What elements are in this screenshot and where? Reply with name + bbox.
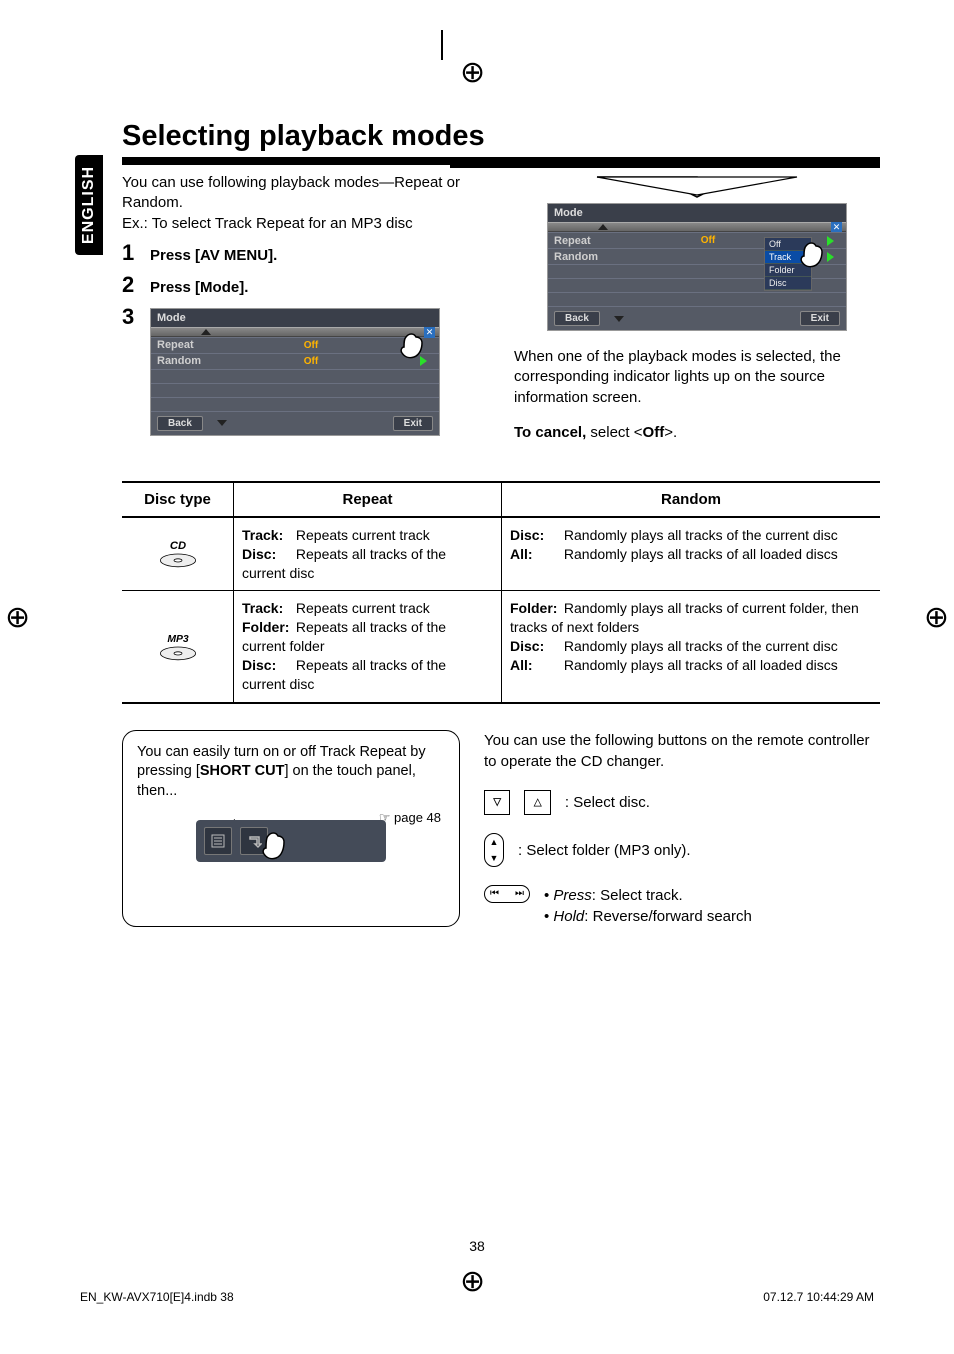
hand-pointer-icon	[396, 329, 430, 363]
cd-disc-icon: CD	[154, 538, 202, 570]
back-button[interactable]: Back	[157, 416, 203, 431]
remote-down-button-icon[interactable]: ▽	[484, 790, 510, 816]
remote-row-track: ⏮⏭ • Press: Select track. • Hold: Revers…	[484, 885, 880, 927]
crop-mark	[441, 30, 443, 60]
remote-folder-rocker-icon[interactable]: ▲▼	[484, 833, 504, 867]
arrow-down-icon	[557, 173, 837, 199]
hand-pointer-icon	[256, 830, 292, 876]
exit-button[interactable]: Exit	[800, 311, 840, 326]
chevron-down-icon	[217, 420, 227, 426]
mp3-disc-icon: MP3	[154, 631, 202, 663]
step-3: 3 Mode ✕ Repeat Of	[122, 304, 488, 436]
page-number: 38	[469, 1238, 485, 1254]
mode-row-repeat[interactable]: Repeat Off	[151, 337, 439, 353]
list-button-icon[interactable]	[204, 827, 232, 855]
screen-title: Mode	[548, 204, 846, 222]
remote-row-folder: ▲▼ : Select folder (MP3 only).	[484, 833, 880, 867]
step-1: 1 Press [AV MENU].	[122, 240, 488, 266]
svg-text:MP3: MP3	[167, 634, 189, 645]
remote-intro: You can use the following buttons on the…	[484, 730, 880, 772]
hand-pointer-icon	[796, 238, 832, 274]
registration-mark-icon: ⊕	[5, 600, 30, 635]
svg-text:CD: CD	[169, 540, 185, 552]
cancel-text: To cancel, select <Off>.	[514, 424, 880, 441]
table-header: Disc type Repeat Random	[122, 483, 880, 518]
dropdown-option-disc[interactable]: Disc	[765, 277, 811, 290]
shortcut-tip-box: You can easily turn on or off Track Repe…	[122, 730, 460, 928]
note-text: When one of the playback modes is select…	[514, 347, 880, 408]
step-2: 2 Press [Mode].	[122, 272, 488, 298]
intro-text: You can use following playback modes—Rep…	[122, 173, 488, 214]
col-disc-type: Disc type	[122, 483, 234, 516]
right-column: Mode ✕ Repeat Off Random	[514, 173, 880, 441]
back-button[interactable]: Back	[554, 311, 600, 326]
page-reference: page 48	[379, 809, 441, 827]
step-text: Press [AV MENU].	[150, 247, 277, 264]
left-column: You can use following playback modes—Rep…	[122, 173, 488, 441]
manual-page: ⊕ ⊕ ⊕ ⊕ ENGLISH Selecting playback modes…	[0, 0, 954, 1354]
print-footer: EN_KW-AVX710[E]4.indb 38 07.12.7 10:44:2…	[80, 1290, 874, 1304]
exit-button[interactable]: Exit	[393, 416, 433, 431]
footer-file: EN_KW-AVX710[E]4.indb 38	[80, 1290, 234, 1304]
registration-mark-icon: ⊕	[924, 600, 949, 635]
touch-panel-toolbar	[196, 820, 386, 862]
content-area: Selecting playback modes You can use fol…	[80, 120, 880, 927]
screen-title: Mode	[151, 309, 439, 327]
step-text: Press [Mode].	[150, 279, 248, 296]
col-random: Random	[502, 483, 880, 516]
mode-screen-dropdown: Mode ✕ Repeat Off Random	[547, 203, 847, 331]
step-number: 3	[122, 304, 140, 330]
remote-instructions: You can use the following buttons on the…	[484, 730, 880, 928]
chevron-down-icon	[614, 316, 624, 322]
playback-modes-table: Disc type Repeat Random CD Track: Repeat…	[122, 481, 880, 704]
remote-up-button-icon[interactable]: △	[524, 790, 550, 816]
screen-scrollbar: ✕	[548, 222, 846, 232]
footer-time: 07.12.7 10:44:29 AM	[763, 1290, 874, 1304]
col-repeat: Repeat	[234, 483, 502, 516]
step-number: 1	[122, 240, 140, 266]
table-row-mp3: MP3 Track: Repeats current track Folder:…	[122, 591, 880, 701]
remote-row-disc: ▽ △ : Select disc.	[484, 790, 880, 816]
registration-mark-icon: ⊕	[460, 55, 485, 90]
table-row-cd: CD Track: Repeats current track Disc: Re…	[122, 518, 880, 592]
step-number: 2	[122, 272, 140, 298]
remote-skip-rocker-icon[interactable]: ⏮⏭	[484, 885, 530, 903]
page-title: Selecting playback modes	[122, 120, 880, 153]
example-text: Ex.: To select Track Repeat for an MP3 d…	[122, 214, 488, 234]
heading-rule	[122, 157, 880, 165]
mode-screen-initial: Mode ✕ Repeat Off	[150, 308, 440, 436]
